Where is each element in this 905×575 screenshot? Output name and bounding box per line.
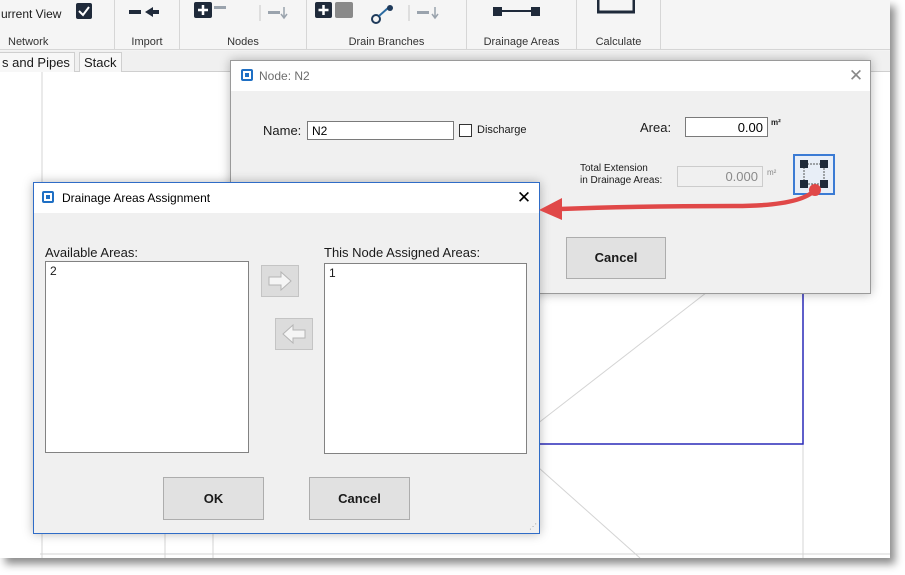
annotation-arrow (539, 184, 821, 220)
application-window: urrent View Network Import Nodes Drain B… (0, 0, 890, 558)
